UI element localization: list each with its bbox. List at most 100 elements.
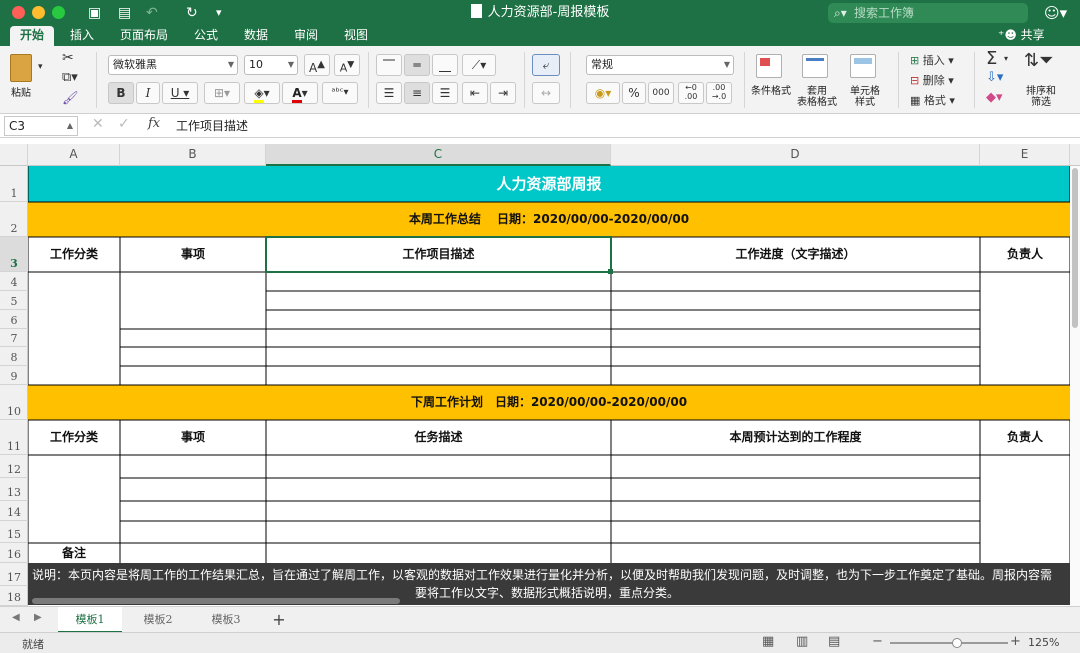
row-header-12[interactable]: 12 bbox=[0, 455, 28, 478]
decrease-decimal-button[interactable]: .00 →.0 bbox=[706, 82, 732, 104]
sheet-tab-3[interactable]: 模板3 bbox=[194, 607, 258, 633]
section1-col-owner-cell[interactable]: 负责人 bbox=[980, 237, 1070, 272]
row-header-1[interactable]: 1 bbox=[0, 166, 28, 202]
tab-view[interactable]: 视图 bbox=[336, 26, 376, 46]
merge-center-button[interactable]: ↔ bbox=[532, 82, 560, 104]
paste-dropdown-icon[interactable]: ▾ bbox=[38, 62, 43, 72]
clear-eraser-icon[interactable]: ◆▾ bbox=[986, 90, 1003, 105]
section1-col-description-cell[interactable]: 工作项目描述 bbox=[266, 237, 611, 272]
row-header-2[interactable]: 2 bbox=[0, 202, 28, 237]
insert-function-icon[interactable]: fx bbox=[148, 116, 160, 131]
font-color-button[interactable]: A▾ bbox=[282, 82, 318, 104]
format-as-table-icon[interactable] bbox=[802, 54, 828, 78]
row-header-11[interactable]: 11 bbox=[0, 420, 28, 455]
tab-review[interactable]: 审阅 bbox=[286, 26, 326, 46]
section1-header-cell[interactable]: 本周工作总结 日期：2020/00/00-2020/00/00 bbox=[28, 202, 1070, 237]
delete-cells-button[interactable]: ⊟ 删除 ▾ bbox=[910, 72, 954, 88]
format-cells-button[interactable]: ▦ 格式 ▾ bbox=[910, 92, 955, 108]
confirm-entry-icon[interactable]: ✓ bbox=[118, 116, 130, 132]
increase-font-size-button[interactable]: A▲ bbox=[304, 54, 330, 76]
format-as-table-label[interactable]: 套用 表格格式 bbox=[794, 86, 840, 108]
column-header-e[interactable]: E bbox=[980, 144, 1070, 166]
column-header-d[interactable]: D bbox=[611, 144, 980, 166]
bold-button[interactable]: B bbox=[108, 82, 134, 104]
cell-styles-icon[interactable] bbox=[850, 54, 876, 78]
row-header-7[interactable]: 7 bbox=[0, 329, 28, 347]
zoom-out-button[interactable]: − bbox=[872, 634, 883, 649]
conditional-format-icon[interactable] bbox=[756, 54, 782, 78]
name-box[interactable]: C3 ▲ bbox=[4, 116, 78, 136]
row-header-18[interactable]: 18 bbox=[0, 586, 28, 606]
italic-button[interactable]: I bbox=[136, 82, 160, 104]
tab-insert[interactable]: 插入 bbox=[62, 26, 102, 46]
select-all-corner[interactable] bbox=[0, 144, 28, 166]
section1-col-category-cell[interactable]: 工作分类 bbox=[28, 237, 120, 272]
name-box-stepper-icon[interactable]: ▲ bbox=[67, 117, 73, 135]
zoom-slider-handle[interactable] bbox=[952, 638, 963, 648]
number-format-select[interactable]: 常规 ▼ bbox=[586, 55, 734, 75]
row-header-15[interactable]: 15 bbox=[0, 521, 28, 543]
column-header-a[interactable]: A bbox=[28, 144, 120, 166]
cell-styles-label[interactable]: 单元格 样式 bbox=[842, 86, 888, 108]
remark-label-cell[interactable]: 备注 bbox=[28, 543, 120, 563]
row-header-10[interactable]: 10 bbox=[0, 385, 28, 420]
autosum-dropdown-icon[interactable]: ▾ bbox=[1004, 54, 1008, 63]
normal-view-icon[interactable]: ▦ bbox=[762, 634, 774, 649]
row-header-13[interactable]: 13 bbox=[0, 478, 28, 501]
row-header-14[interactable]: 14 bbox=[0, 501, 28, 521]
paste-icon[interactable] bbox=[10, 54, 32, 82]
vertical-scroll-thumb[interactable] bbox=[1072, 168, 1078, 328]
decrease-indent-button[interactable]: ⇤ bbox=[462, 82, 488, 104]
align-left-button[interactable]: ☰ bbox=[376, 82, 402, 104]
align-bottom-button[interactable]: ⎽ bbox=[432, 54, 458, 76]
search-workbook-input[interactable]: ⌕▾ 搜索工作簿 bbox=[828, 3, 1028, 23]
sheet-tab-2[interactable]: 模板2 bbox=[126, 607, 190, 633]
copy-icon[interactable]: ⧉▾ bbox=[62, 70, 78, 85]
conditional-format-label[interactable]: 条件格式 bbox=[748, 86, 794, 97]
font-name-select[interactable]: 微软雅黑 ▼ bbox=[108, 55, 238, 75]
comma-style-button[interactable]: 000 bbox=[648, 82, 674, 104]
section2-col-task-cell[interactable]: 任务描述 bbox=[266, 420, 611, 455]
decrease-font-size-button[interactable]: A▼ bbox=[334, 54, 360, 76]
wrap-text-button[interactable]: ⤶ bbox=[532, 54, 560, 76]
page-layout-view-icon[interactable]: ▥ bbox=[796, 634, 808, 649]
row-header-16[interactable]: 16 bbox=[0, 543, 28, 563]
row-header-5[interactable]: 5 bbox=[0, 291, 28, 310]
section2-col-owner-cell[interactable]: 负责人 bbox=[980, 420, 1070, 455]
column-header-c[interactable]: C bbox=[266, 144, 611, 166]
fill-icon[interactable]: ⇩▾ bbox=[986, 70, 1003, 85]
previous-sheet-icon[interactable]: ◀ bbox=[12, 612, 20, 623]
vertical-scrollbar[interactable] bbox=[1070, 166, 1080, 606]
sheet-tab-1[interactable]: 模板1 bbox=[58, 607, 122, 633]
row-header-6[interactable]: 6 bbox=[0, 310, 28, 329]
tab-page-layout[interactable]: 页面布局 bbox=[112, 26, 176, 46]
row-header-4[interactable]: 4 bbox=[0, 272, 28, 291]
next-sheet-icon[interactable]: ▶ bbox=[34, 612, 42, 623]
accounting-format-button[interactable]: ◉▾ bbox=[586, 82, 620, 104]
phonetic-guide-button[interactable]: ᵃᵇᶜ▾ bbox=[322, 82, 358, 104]
cut-icon[interactable]: ✂ bbox=[62, 50, 74, 66]
formula-content[interactable]: 工作项目描述 bbox=[176, 117, 248, 134]
report-title-cell[interactable]: 人力资源部周报 bbox=[28, 166, 1070, 202]
sort-filter-icon[interactable]: ⇅⏷ bbox=[1024, 50, 1053, 71]
section2-col-item-cell[interactable]: 事项 bbox=[120, 420, 266, 455]
format-painter-icon[interactable]: 🖌 bbox=[62, 91, 79, 106]
row-header-17[interactable]: 17 bbox=[0, 563, 28, 586]
column-header-b[interactable]: B bbox=[120, 144, 266, 166]
insert-cells-button[interactable]: ⊞ 插入 ▾ bbox=[910, 52, 954, 68]
tab-formulas[interactable]: 公式 bbox=[186, 26, 226, 46]
autosum-icon[interactable]: Σ bbox=[986, 48, 997, 69]
section1-col-item-cell[interactable]: 事项 bbox=[120, 237, 266, 272]
underline-button[interactable]: U ▾ bbox=[162, 82, 198, 104]
align-center-button[interactable]: ≡ bbox=[404, 82, 430, 104]
percent-style-button[interactable]: % bbox=[622, 82, 646, 104]
row-header-8[interactable]: 8 bbox=[0, 347, 28, 366]
horizontal-scroll-thumb[interactable] bbox=[32, 598, 400, 604]
account-smiley-icon[interactable]: ☺▾ bbox=[1044, 3, 1067, 23]
section2-header-cell[interactable]: 下周工作计划 日期：2020/00/00-2020/00/00 bbox=[28, 385, 1070, 420]
row-header-9[interactable]: 9 bbox=[0, 366, 28, 385]
zoom-slider[interactable] bbox=[890, 638, 1008, 648]
increase-indent-button[interactable]: ⇥ bbox=[490, 82, 516, 104]
page-break-view-icon[interactable]: ▤ bbox=[828, 634, 840, 649]
section2-col-target-cell[interactable]: 本周预计达到的工作程度 bbox=[611, 420, 980, 455]
